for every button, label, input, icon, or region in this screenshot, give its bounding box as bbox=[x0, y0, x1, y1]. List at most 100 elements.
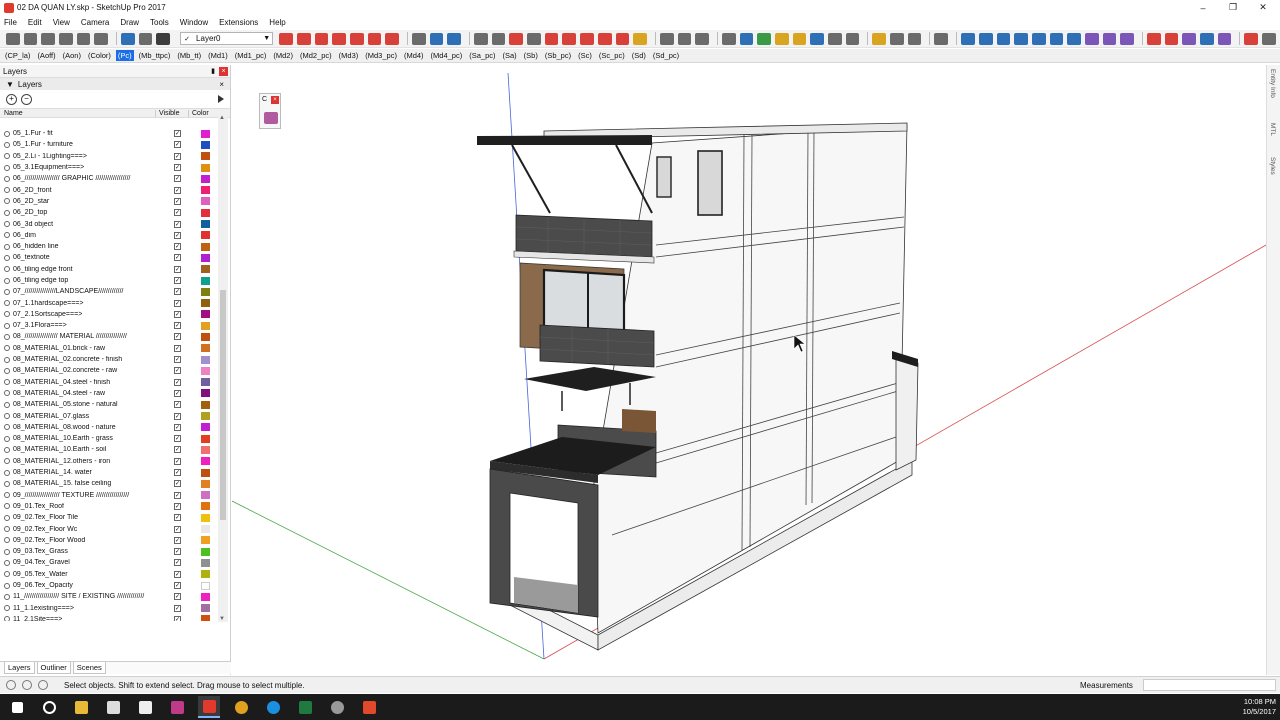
visible-checkbox[interactable]: ✓ bbox=[174, 604, 181, 612]
layer-tool-icon[interactable] bbox=[23, 32, 38, 45]
layers-icon[interactable] bbox=[264, 112, 278, 124]
active-layer-radio[interactable] bbox=[4, 164, 10, 171]
layer-color-swatch[interactable] bbox=[201, 400, 210, 409]
visible-checkbox[interactable]: ✓ bbox=[174, 615, 181, 621]
layer-color-swatch[interactable] bbox=[201, 547, 210, 556]
scene-tab[interactable]: (Md3_pc) bbox=[363, 50, 399, 61]
plugin-icon[interactable] bbox=[1244, 32, 1259, 45]
layer-color-swatch[interactable] bbox=[201, 265, 210, 274]
scale-icon[interactable] bbox=[845, 32, 860, 45]
drawing-viewport[interactable]: C × bbox=[232, 65, 1266, 675]
menu-file[interactable]: File bbox=[4, 18, 17, 27]
layer-row[interactable]: 05_3.1Equipment===> ✓ bbox=[0, 162, 218, 173]
plugin-icon[interactable] bbox=[934, 32, 949, 45]
plugin-icon[interactable] bbox=[1217, 32, 1232, 45]
section-plane-icon[interactable] bbox=[121, 32, 135, 45]
plugin-icon[interactable] bbox=[1067, 32, 1081, 45]
active-layer-radio[interactable] bbox=[4, 243, 10, 250]
active-layer-radio[interactable] bbox=[4, 311, 10, 318]
layer-color-swatch[interactable] bbox=[201, 321, 210, 330]
layer-color-swatch[interactable] bbox=[201, 197, 210, 206]
layer-tool-icon[interactable] bbox=[59, 32, 73, 45]
visible-checkbox[interactable]: ✓ bbox=[174, 310, 181, 318]
app-button[interactable] bbox=[358, 696, 380, 718]
layer-color-swatch[interactable] bbox=[201, 310, 210, 319]
layer-color-swatch[interactable] bbox=[201, 163, 210, 172]
layer-row[interactable]: 06_2D_top ✓ bbox=[0, 207, 218, 218]
layer-color-swatch[interactable] bbox=[201, 378, 210, 387]
scene-tab[interactable]: (Sd) bbox=[630, 50, 648, 61]
visible-checkbox[interactable]: ✓ bbox=[174, 197, 181, 205]
tray-entity-info[interactable]: Entity Info bbox=[1269, 69, 1276, 98]
active-layer-radio[interactable] bbox=[4, 141, 10, 148]
layer-tool-icon[interactable] bbox=[41, 32, 56, 45]
sketchup-taskbar-button[interactable] bbox=[198, 696, 220, 718]
visible-checkbox[interactable]: ✓ bbox=[174, 220, 181, 228]
view-icon[interactable] bbox=[474, 32, 488, 45]
layer-color-swatch[interactable] bbox=[201, 242, 210, 251]
layer-color-swatch[interactable] bbox=[201, 220, 210, 229]
active-layer-radio[interactable] bbox=[4, 209, 10, 216]
view-icon[interactable] bbox=[597, 32, 612, 45]
visible-checkbox[interactable]: ✓ bbox=[174, 367, 181, 375]
layer-row[interactable]: 05_1.Fur - fit ✓ bbox=[0, 128, 218, 139]
active-layer-radio[interactable] bbox=[4, 288, 10, 295]
component-icon[interactable] bbox=[907, 32, 922, 45]
layer-color-swatch[interactable] bbox=[201, 276, 210, 285]
protractor-icon[interactable] bbox=[677, 32, 692, 45]
layer-row[interactable]: 08_MATERIAL_12.others - iron ✓ bbox=[0, 456, 218, 467]
active-layer-radio[interactable] bbox=[4, 300, 10, 307]
active-layer-radio[interactable] bbox=[4, 503, 10, 510]
active-layer-radio[interactable] bbox=[4, 537, 10, 544]
visible-checkbox[interactable]: ✓ bbox=[174, 186, 181, 194]
layer-color-swatch[interactable] bbox=[201, 174, 210, 183]
layers-section-header[interactable]: ▼ Layers × bbox=[0, 78, 230, 90]
scene-tab[interactable]: (Pc) bbox=[115, 50, 134, 61]
visible-checkbox[interactable]: ✓ bbox=[174, 265, 181, 273]
pin-icon[interactable]: ▮ bbox=[211, 67, 215, 75]
active-layer-radio[interactable] bbox=[4, 593, 10, 600]
active-layer-radio[interactable] bbox=[4, 175, 10, 182]
menu-help[interactable]: Help bbox=[269, 18, 285, 27]
visible-checkbox[interactable]: ✓ bbox=[174, 401, 181, 409]
visible-checkbox[interactable]: ✓ bbox=[174, 446, 181, 454]
layer-color-swatch[interactable] bbox=[201, 299, 210, 308]
plugin-icon[interactable] bbox=[1164, 32, 1179, 45]
scene-tab[interactable]: (Sc) bbox=[576, 50, 594, 61]
layer-row[interactable]: 06_hidden line ✓ bbox=[0, 241, 218, 252]
user-icon[interactable] bbox=[38, 680, 48, 690]
active-layer-radio[interactable] bbox=[4, 469, 10, 476]
close-button[interactable]: ✕ bbox=[1248, 0, 1278, 15]
menu-camera[interactable]: Camera bbox=[81, 18, 109, 27]
scene-tab[interactable]: (Aoff) bbox=[35, 50, 57, 61]
layer-row[interactable]: 09_03.Tex_Grass ✓ bbox=[0, 546, 218, 557]
menu-edit[interactable]: Edit bbox=[28, 18, 42, 27]
plugin-icon[interactable] bbox=[1182, 32, 1197, 45]
layer-color-swatch[interactable] bbox=[201, 615, 210, 621]
view-icon[interactable] bbox=[527, 32, 541, 45]
view-icon[interactable] bbox=[509, 32, 524, 45]
layer-row[interactable]: 09_01.Tex_Roof ✓ bbox=[0, 501, 218, 512]
active-layer-radio[interactable] bbox=[4, 582, 10, 589]
active-layer-radio[interactable] bbox=[4, 232, 10, 239]
delete-layer-icon[interactable]: − bbox=[21, 93, 32, 105]
layer-row[interactable]: 08_MATERIAL_04.steel - finish ✓ bbox=[0, 377, 218, 388]
layer-row[interactable]: 09_02.Tex_Floor Wc ✓ bbox=[0, 523, 218, 534]
layer-color-swatch[interactable] bbox=[201, 344, 210, 353]
layer-color-swatch[interactable] bbox=[201, 253, 210, 262]
visible-checkbox[interactable]: ✓ bbox=[174, 378, 181, 386]
visible-checkbox[interactable]: ✓ bbox=[174, 344, 181, 352]
view-icon[interactable] bbox=[580, 32, 594, 45]
zoom-extents-icon[interactable] bbox=[447, 32, 462, 45]
scene-tab[interactable]: (Md3) bbox=[337, 50, 361, 61]
scene-tab[interactable]: (Sc_pc) bbox=[597, 50, 627, 61]
active-layer-radio[interactable] bbox=[4, 198, 10, 205]
view-icon[interactable] bbox=[491, 32, 506, 45]
column-visible[interactable]: Visible bbox=[155, 109, 188, 117]
column-name[interactable]: Name bbox=[0, 110, 155, 117]
rotate-icon[interactable] bbox=[757, 32, 771, 45]
active-layer-radio[interactable] bbox=[4, 548, 10, 555]
print-icon[interactable] bbox=[6, 32, 20, 45]
layer-row[interactable]: 11_2.1Site===> ✓ bbox=[0, 614, 218, 621]
menu-tools[interactable]: Tools bbox=[150, 18, 169, 27]
